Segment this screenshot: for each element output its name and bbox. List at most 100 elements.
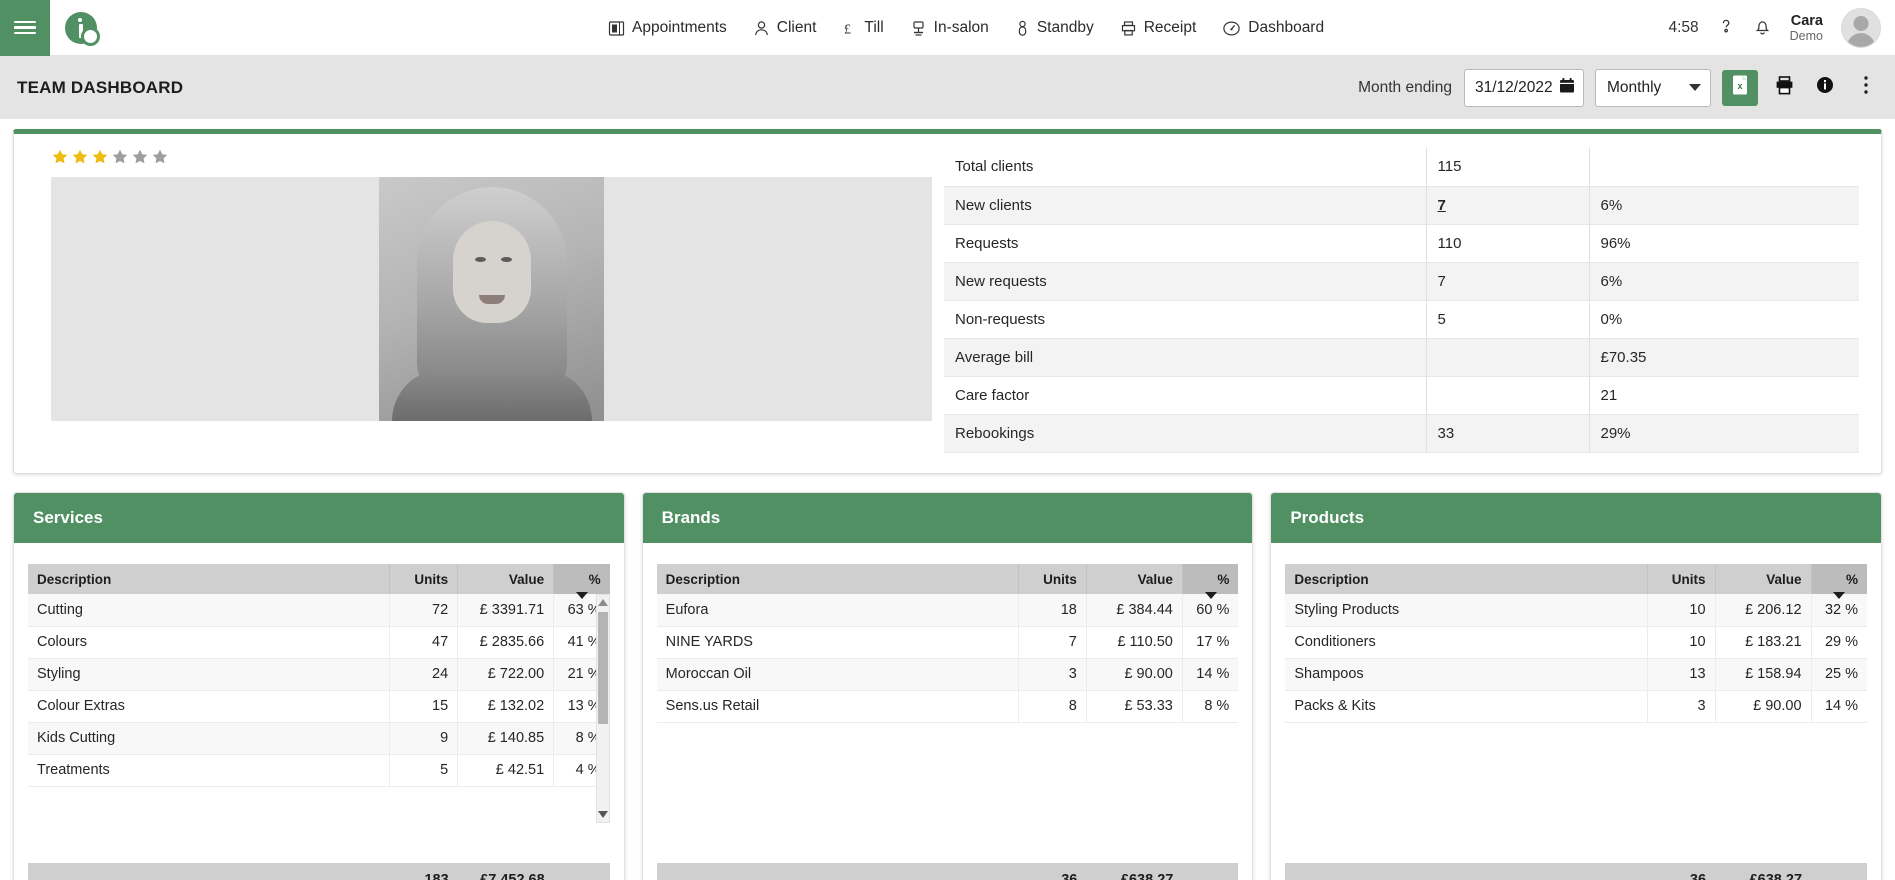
avatar[interactable]: [1841, 8, 1881, 48]
star-filled-icon[interactable]: [51, 148, 69, 166]
scroll-up-arrow-icon[interactable]: [597, 599, 608, 606]
table-row[interactable]: NINE YARDS 7 £ 110.50 17 %: [656, 626, 1239, 659]
column-header-[interactable]: %: [1182, 564, 1239, 599]
stats-value[interactable]: 7: [1426, 186, 1590, 225]
footer-total-value-link[interactable]: £638.27: [1750, 872, 1802, 880]
cell-units: 24: [389, 658, 459, 691]
svg-text:x: x: [1737, 81, 1742, 91]
help-icon[interactable]: [1717, 16, 1735, 41]
cell-units: 18: [1018, 594, 1087, 627]
hamburger-menu-icon[interactable]: [0, 0, 50, 56]
nav-item-in-salon[interactable]: In-salon: [910, 19, 989, 37]
cell-value: £ 42.51: [457, 754, 555, 787]
scrollbar-thumb[interactable]: [597, 612, 608, 724]
cell-units: 5: [389, 754, 459, 787]
cell-units: 15: [389, 690, 459, 723]
excel-export-button[interactable]: x: [1722, 69, 1758, 106]
star-filled-icon[interactable]: [71, 148, 89, 166]
table-row[interactable]: Colour Extras 15 £ 132.02 13 %: [28, 690, 610, 723]
column-header-description[interactable]: Description: [28, 564, 391, 594]
nav-label: Receipt: [1143, 19, 1197, 36]
star-empty-icon[interactable]: [151, 148, 169, 166]
stats-value: 33: [1426, 414, 1590, 453]
nav-item-dashboard[interactable]: Dashboard: [1222, 19, 1324, 37]
nav-item-client[interactable]: Client: [753, 19, 816, 37]
table-row[interactable]: Treatments 5 £ 42.51 4 %: [28, 754, 610, 787]
stats-column: Total clients 115 New clients 7 6% Requests 11…: [944, 134, 1881, 473]
notification-bell-icon[interactable]: [1753, 16, 1772, 41]
excel-export-icon: x: [1730, 74, 1750, 101]
nav-item-appointments[interactable]: Appointments: [608, 19, 727, 37]
app-logo[interactable]: [50, 0, 112, 56]
cell-units: 72: [389, 594, 459, 627]
nav-item-till[interactable]: £ Till: [842, 19, 883, 37]
cell-description: Packs & Kits: [1285, 690, 1648, 723]
footer-total-value[interactable]: £638.27: [1086, 872, 1182, 880]
column-header-[interactable]: %: [1811, 564, 1868, 599]
more-vertical-icon: [1863, 74, 1869, 101]
info-button[interactable]: [1810, 71, 1840, 105]
table-row[interactable]: Eufora 18 £ 384.44 60 %: [656, 594, 1239, 627]
more-options-button[interactable]: [1851, 71, 1881, 105]
star-empty-icon[interactable]: [111, 148, 129, 166]
nav-label: In-salon: [933, 19, 989, 36]
column-header-description[interactable]: Description: [656, 564, 1019, 594]
table-row[interactable]: Shampoos 13 £ 158.94 25 %: [1285, 658, 1868, 691]
cell-description: Sens.us Retail: [656, 690, 1019, 723]
column-header-description[interactable]: Description: [1285, 564, 1648, 594]
stats-value-link[interactable]: 7: [1438, 197, 1446, 214]
column-header-value[interactable]: Value: [457, 564, 555, 594]
calendar-icon[interactable]: [1559, 77, 1575, 99]
cell-units: 3: [1018, 658, 1087, 691]
cell-value: £ 158.94: [1715, 658, 1812, 691]
star-filled-icon[interactable]: [91, 148, 109, 166]
star-empty-icon[interactable]: [131, 148, 149, 166]
column-header-value[interactable]: Value: [1086, 564, 1183, 594]
column-header-units[interactable]: Units: [1018, 564, 1087, 594]
person-icon: [753, 20, 770, 37]
column-header-units[interactable]: Units: [1647, 564, 1716, 594]
column-header-units[interactable]: Units: [389, 564, 459, 594]
book-icon: [608, 20, 625, 37]
month-ending-date-input[interactable]: 31/12/2022: [1464, 68, 1584, 107]
scroll-down-arrow-icon[interactable]: [597, 811, 608, 818]
table-row[interactable]: Conditioners 10 £ 183.21 29 %: [1285, 626, 1868, 659]
rating-stars[interactable]: [51, 148, 944, 166]
table-row[interactable]: Styling 24 £ 722.00 21 %: [28, 658, 610, 691]
date-value: 31/12/2022: [1475, 78, 1553, 96]
cell-value: £ 90.00: [1715, 690, 1812, 723]
table-scrollbar[interactable]: [595, 594, 610, 823]
column-header-value[interactable]: Value: [1715, 564, 1812, 594]
cell-units: 13: [1647, 658, 1716, 691]
cell-value: £ 132.02: [457, 690, 555, 723]
table-row[interactable]: Moroccan Oil 3 £ 90.00 14 %: [656, 658, 1239, 691]
table-row[interactable]: Sens.us Retail 8 £ 53.33 8 %: [656, 690, 1239, 723]
table-row[interactable]: Kids Cutting 9 £ 140.85 8 %: [28, 722, 610, 755]
stats-label: Average bill: [944, 338, 1427, 377]
table-row[interactable]: Cutting 72 £ 3391.71 63 %: [28, 594, 610, 627]
stats-percent: 29%: [1589, 414, 1859, 453]
footer-total-value-link[interactable]: £638.27: [1121, 872, 1173, 880]
column-header-[interactable]: %: [553, 564, 610, 599]
panel-title-services: Services: [14, 493, 624, 543]
print-button[interactable]: [1769, 71, 1799, 105]
panel-title-products: Products: [1271, 493, 1882, 543]
table-row[interactable]: Packs & Kits 3 £ 90.00 14 %: [1285, 690, 1868, 723]
footer-total-value-link[interactable]: £7,452.68: [480, 872, 545, 880]
cell-units: 9: [389, 722, 459, 755]
table-row[interactable]: Colours 47 £ 2835.66 41 %: [28, 626, 610, 659]
cell-description: Colour Extras: [28, 690, 391, 723]
stats-label: Requests: [944, 224, 1427, 263]
user-info[interactable]: Cara Demo: [1790, 13, 1823, 43]
stats-table: Total clients 115 New clients 7 6% Requests 11…: [944, 148, 1859, 453]
footer-total-value[interactable]: £7,452.68: [458, 872, 554, 880]
nav-item-receipt[interactable]: Receipt: [1120, 19, 1197, 37]
stats-percent: [1589, 148, 1859, 187]
period-select[interactable]: Monthly: [1595, 68, 1711, 107]
nav-item-standby[interactable]: Standby: [1015, 19, 1094, 37]
footer-total-value[interactable]: £638.27: [1715, 872, 1811, 880]
table-row[interactable]: Styling Products 10 £ 206.12 32 %: [1285, 594, 1868, 627]
cell-value: £ 110.50: [1086, 626, 1183, 659]
panels-row: Services Description Units Value% Cutting 72 £…: [13, 492, 1883, 880]
cell-value: £ 384.44: [1086, 594, 1183, 627]
